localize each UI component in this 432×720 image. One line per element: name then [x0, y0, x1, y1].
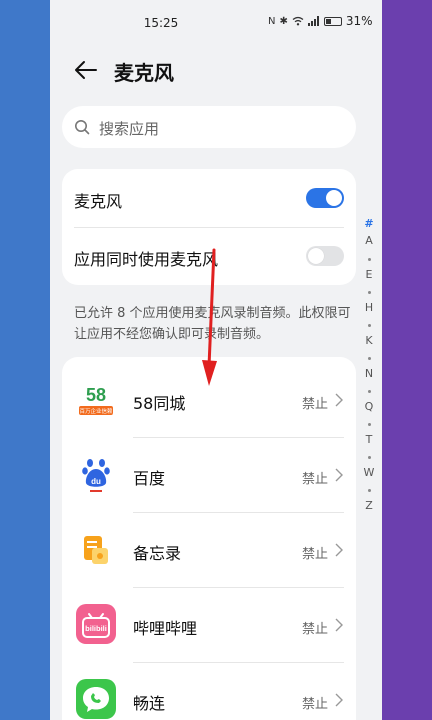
chevron-right-icon	[335, 618, 343, 632]
page-header: 麦克风	[50, 48, 382, 92]
index-dot	[368, 357, 371, 360]
back-arrow-icon[interactable]	[72, 56, 100, 84]
app-name: 哔哩哔哩	[133, 619, 198, 638]
chevron-right-icon	[335, 693, 343, 707]
app-row-changlian[interactable]: 畅连 禁止	[62, 662, 356, 720]
index-dot	[368, 390, 371, 393]
search-bar[interactable]: 搜索应用	[62, 106, 356, 148]
index-letter-t[interactable]: T	[361, 433, 377, 446]
status-icons: N ✱ 31%	[268, 14, 373, 28]
index-letter-h[interactable]: H	[361, 301, 377, 314]
bilibili-icon: bilibili	[76, 604, 116, 644]
app-permission-status: 禁止	[301, 622, 328, 637]
app-permission-status: 禁止	[301, 697, 328, 712]
search-placeholder: 搜索应用	[99, 120, 160, 138]
index-dot	[368, 291, 371, 294]
index-dot	[368, 324, 371, 327]
index-dot	[368, 258, 371, 261]
app-permission-status: 禁止	[301, 547, 328, 562]
app-list-card: 58 百万企业信赖 58同城 禁止 du 百度 禁止 备忘录 禁止 bilibi…	[62, 357, 356, 720]
concurrent-mic-toggle-label: 应用同时使用麦克风	[74, 250, 219, 269]
58-tongcheng-icon: 58 百万企业信赖	[76, 379, 116, 419]
index-dot	[368, 456, 371, 459]
nfc-icon: N	[268, 15, 276, 27]
status-time: 15:25	[143, 16, 179, 30]
concurrent-mic-switch[interactable]	[306, 246, 344, 266]
app-name: 百度	[133, 469, 166, 488]
app-row-notes[interactable]: 备忘录 禁止	[62, 512, 356, 587]
annotation-arrow	[202, 248, 217, 386]
app-row-bilibili[interactable]: bilibili 哔哩哔哩 禁止	[62, 587, 356, 662]
index-letter-q[interactable]: Q	[361, 400, 377, 413]
baidu-icon: du	[76, 454, 116, 494]
app-permission-status: 禁止	[301, 472, 328, 487]
app-name: 58同城	[133, 394, 186, 413]
phone-screen: 15:25 N ✱ 31% 麦克风 搜索应用 麦克风 应用同时使用麦克风 已允许…	[50, 0, 382, 720]
index-dot	[368, 489, 371, 492]
page-title: 麦克风	[114, 61, 174, 85]
app-name: 畅连	[133, 694, 166, 713]
signal-icon	[307, 16, 319, 26]
index-letter-hash[interactable]: #	[361, 217, 377, 230]
app-permission-status: 禁止	[301, 397, 328, 412]
wifi-icon	[292, 16, 304, 26]
bluetooth-icon: ✱	[279, 15, 288, 27]
index-dot	[368, 423, 371, 426]
app-row-baidu[interactable]: du 百度 禁止	[62, 437, 356, 512]
58-badge-text: 58	[86, 385, 106, 405]
index-letter-k[interactable]: K	[361, 334, 377, 347]
index-letter-w[interactable]: W	[361, 466, 377, 479]
app-name: 备忘录	[133, 544, 182, 563]
index-letter-z[interactable]: Z	[361, 499, 377, 512]
58-caption-text: 百万企业信赖	[79, 407, 113, 415]
microphone-switch[interactable]	[306, 188, 344, 208]
switch-knob	[308, 248, 324, 264]
bilibili-badge-text: bilibili	[85, 624, 107, 633]
search-icon	[75, 120, 90, 135]
battery-icon	[323, 16, 342, 26]
switch-knob	[326, 190, 342, 206]
notes-icon	[76, 529, 116, 569]
changlian-icon	[76, 679, 116, 719]
baidu-badge-text: du	[91, 477, 101, 486]
index-letter-e[interactable]: E	[361, 268, 377, 281]
microphone-toggle-row[interactable]: 麦克风	[62, 169, 356, 227]
chevron-right-icon	[335, 468, 343, 482]
battery-percent: 31%	[345, 14, 373, 28]
index-letter-a[interactable]: A	[361, 234, 377, 247]
microphone-toggle-label: 麦克风	[74, 192, 123, 211]
chevron-right-icon	[335, 393, 343, 407]
status-bar: 15:25 N ✱ 31%	[50, 0, 382, 44]
chevron-right-icon	[335, 543, 343, 557]
index-letter-n[interactable]: N	[361, 367, 377, 380]
